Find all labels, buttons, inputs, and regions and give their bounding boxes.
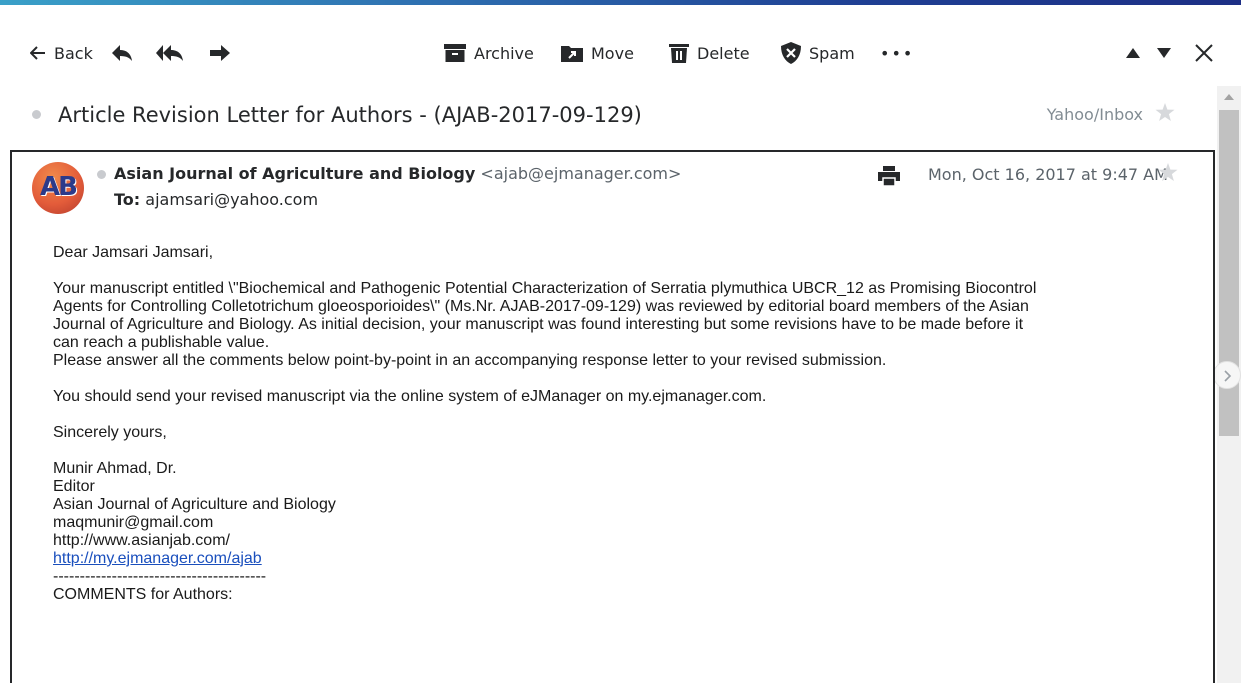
signature-title: Editor [53, 478, 95, 495]
greeting: Dear Jamsari Jamsari, [53, 244, 214, 261]
message-date: Mon, Oct 16, 2017 at 9:47 AM [928, 165, 1168, 184]
archive-label: Archive [474, 43, 534, 63]
body-paragraph-2: Please answer all the comments below poi… [53, 352, 887, 369]
close-icon [1195, 44, 1213, 62]
to-label: To: [114, 190, 141, 209]
closing: Sincerely yours, [53, 424, 167, 441]
chevron-right-icon [1224, 370, 1232, 382]
move-folder-icon [561, 46, 583, 62]
sender-status-dot [97, 170, 106, 179]
more-icon: ••• [880, 43, 915, 63]
star-icon [1155, 103, 1175, 121]
reply-button[interactable] [111, 38, 133, 68]
body-paragraph-1-line-2: Agents for Controlling Colletotrichum gl… [53, 298, 1029, 315]
archive-icon [444, 44, 466, 62]
close-button[interactable] [1195, 38, 1213, 68]
message-card: AB Asian Journal of Agriculture and Biol… [10, 150, 1215, 683]
forward-button[interactable] [209, 38, 231, 68]
message-toolbar: Back Archive Move Delete Spam ••• [0, 5, 1241, 85]
recipient-address[interactable]: ajamsari@yahoo.com [145, 190, 318, 209]
triangle-down-icon [1157, 48, 1171, 58]
body-paragraph-1-line-4: can reach a publishable value. [53, 334, 270, 351]
star-icon [1158, 163, 1178, 181]
printer-icon [878, 166, 900, 187]
body-paragraph-1-line-1: Your manuscript entitled \"Biochemical a… [53, 280, 1037, 297]
sender-name: Asian Journal of Agriculture and Biology [114, 164, 476, 183]
print-button[interactable] [878, 166, 900, 190]
archive-button[interactable]: Archive [444, 38, 534, 68]
ejmanager-link[interactable]: http://my.ejmanager.com/ajab [53, 550, 262, 567]
star-message-button[interactable] [1158, 163, 1178, 186]
triangle-up-icon [1126, 48, 1140, 58]
move-button[interactable]: Move [561, 38, 634, 68]
read-status-dot[interactable] [32, 110, 41, 119]
trash-icon [669, 44, 689, 63]
message-body: Dear Jamsari Jamsari, Your manuscript en… [53, 244, 1193, 604]
avatar-initials: AB [40, 172, 78, 202]
reply-all-button[interactable] [156, 38, 184, 68]
reply-all-icon [156, 45, 183, 61]
body-paragraph-3: You should send your revised manuscript … [53, 388, 767, 405]
delete-button[interactable]: Delete [669, 38, 750, 68]
spam-label: Spam [809, 43, 855, 63]
spam-button[interactable]: Spam [781, 38, 855, 68]
sender-email: <ajab@ejmanager.com> [480, 164, 682, 183]
expand-side-panel-button[interactable] [1213, 361, 1241, 389]
signature-organization: Asian Journal of Agriculture and Biology [53, 496, 336, 513]
arrow-left-icon [30, 46, 45, 60]
sender-line[interactable]: Asian Journal of Agriculture and Biology… [114, 164, 681, 183]
signature-website: http://www.asianjab.com/ [53, 532, 230, 549]
reply-icon [112, 45, 132, 61]
signature-divider: ---------------------------------------- [53, 568, 267, 585]
more-button[interactable]: ••• [880, 38, 914, 68]
delete-label: Delete [697, 43, 750, 63]
comments-heading: COMMENTS for Authors: [53, 586, 233, 603]
forward-icon [210, 45, 230, 61]
back-label: Back [54, 43, 93, 63]
folder-label[interactable]: Yahoo/Inbox [1047, 105, 1143, 124]
signature-email: maqmunir@gmail.com [53, 514, 214, 531]
sender-avatar[interactable]: AB [32, 162, 84, 214]
signature-name: Munir Ahmad, Dr. [53, 460, 177, 477]
scroll-up-arrow-icon[interactable] [1224, 94, 1234, 100]
next-message-button[interactable] [1157, 38, 1171, 68]
previous-message-button[interactable] [1126, 38, 1140, 68]
shield-icon [781, 42, 801, 64]
subject-row: Article Revision Letter for Authors - (A… [0, 93, 1213, 139]
message-subject: Article Revision Letter for Authors - (A… [58, 103, 642, 127]
recipient-line: To: ajamsari@yahoo.com [114, 190, 318, 209]
star-conversation-button[interactable] [1155, 103, 1175, 126]
body-paragraph-1-line-3: Journal of Agriculture and Biology. As i… [53, 316, 1024, 333]
move-label: Move [591, 43, 634, 63]
back-button[interactable]: Back [30, 38, 93, 68]
